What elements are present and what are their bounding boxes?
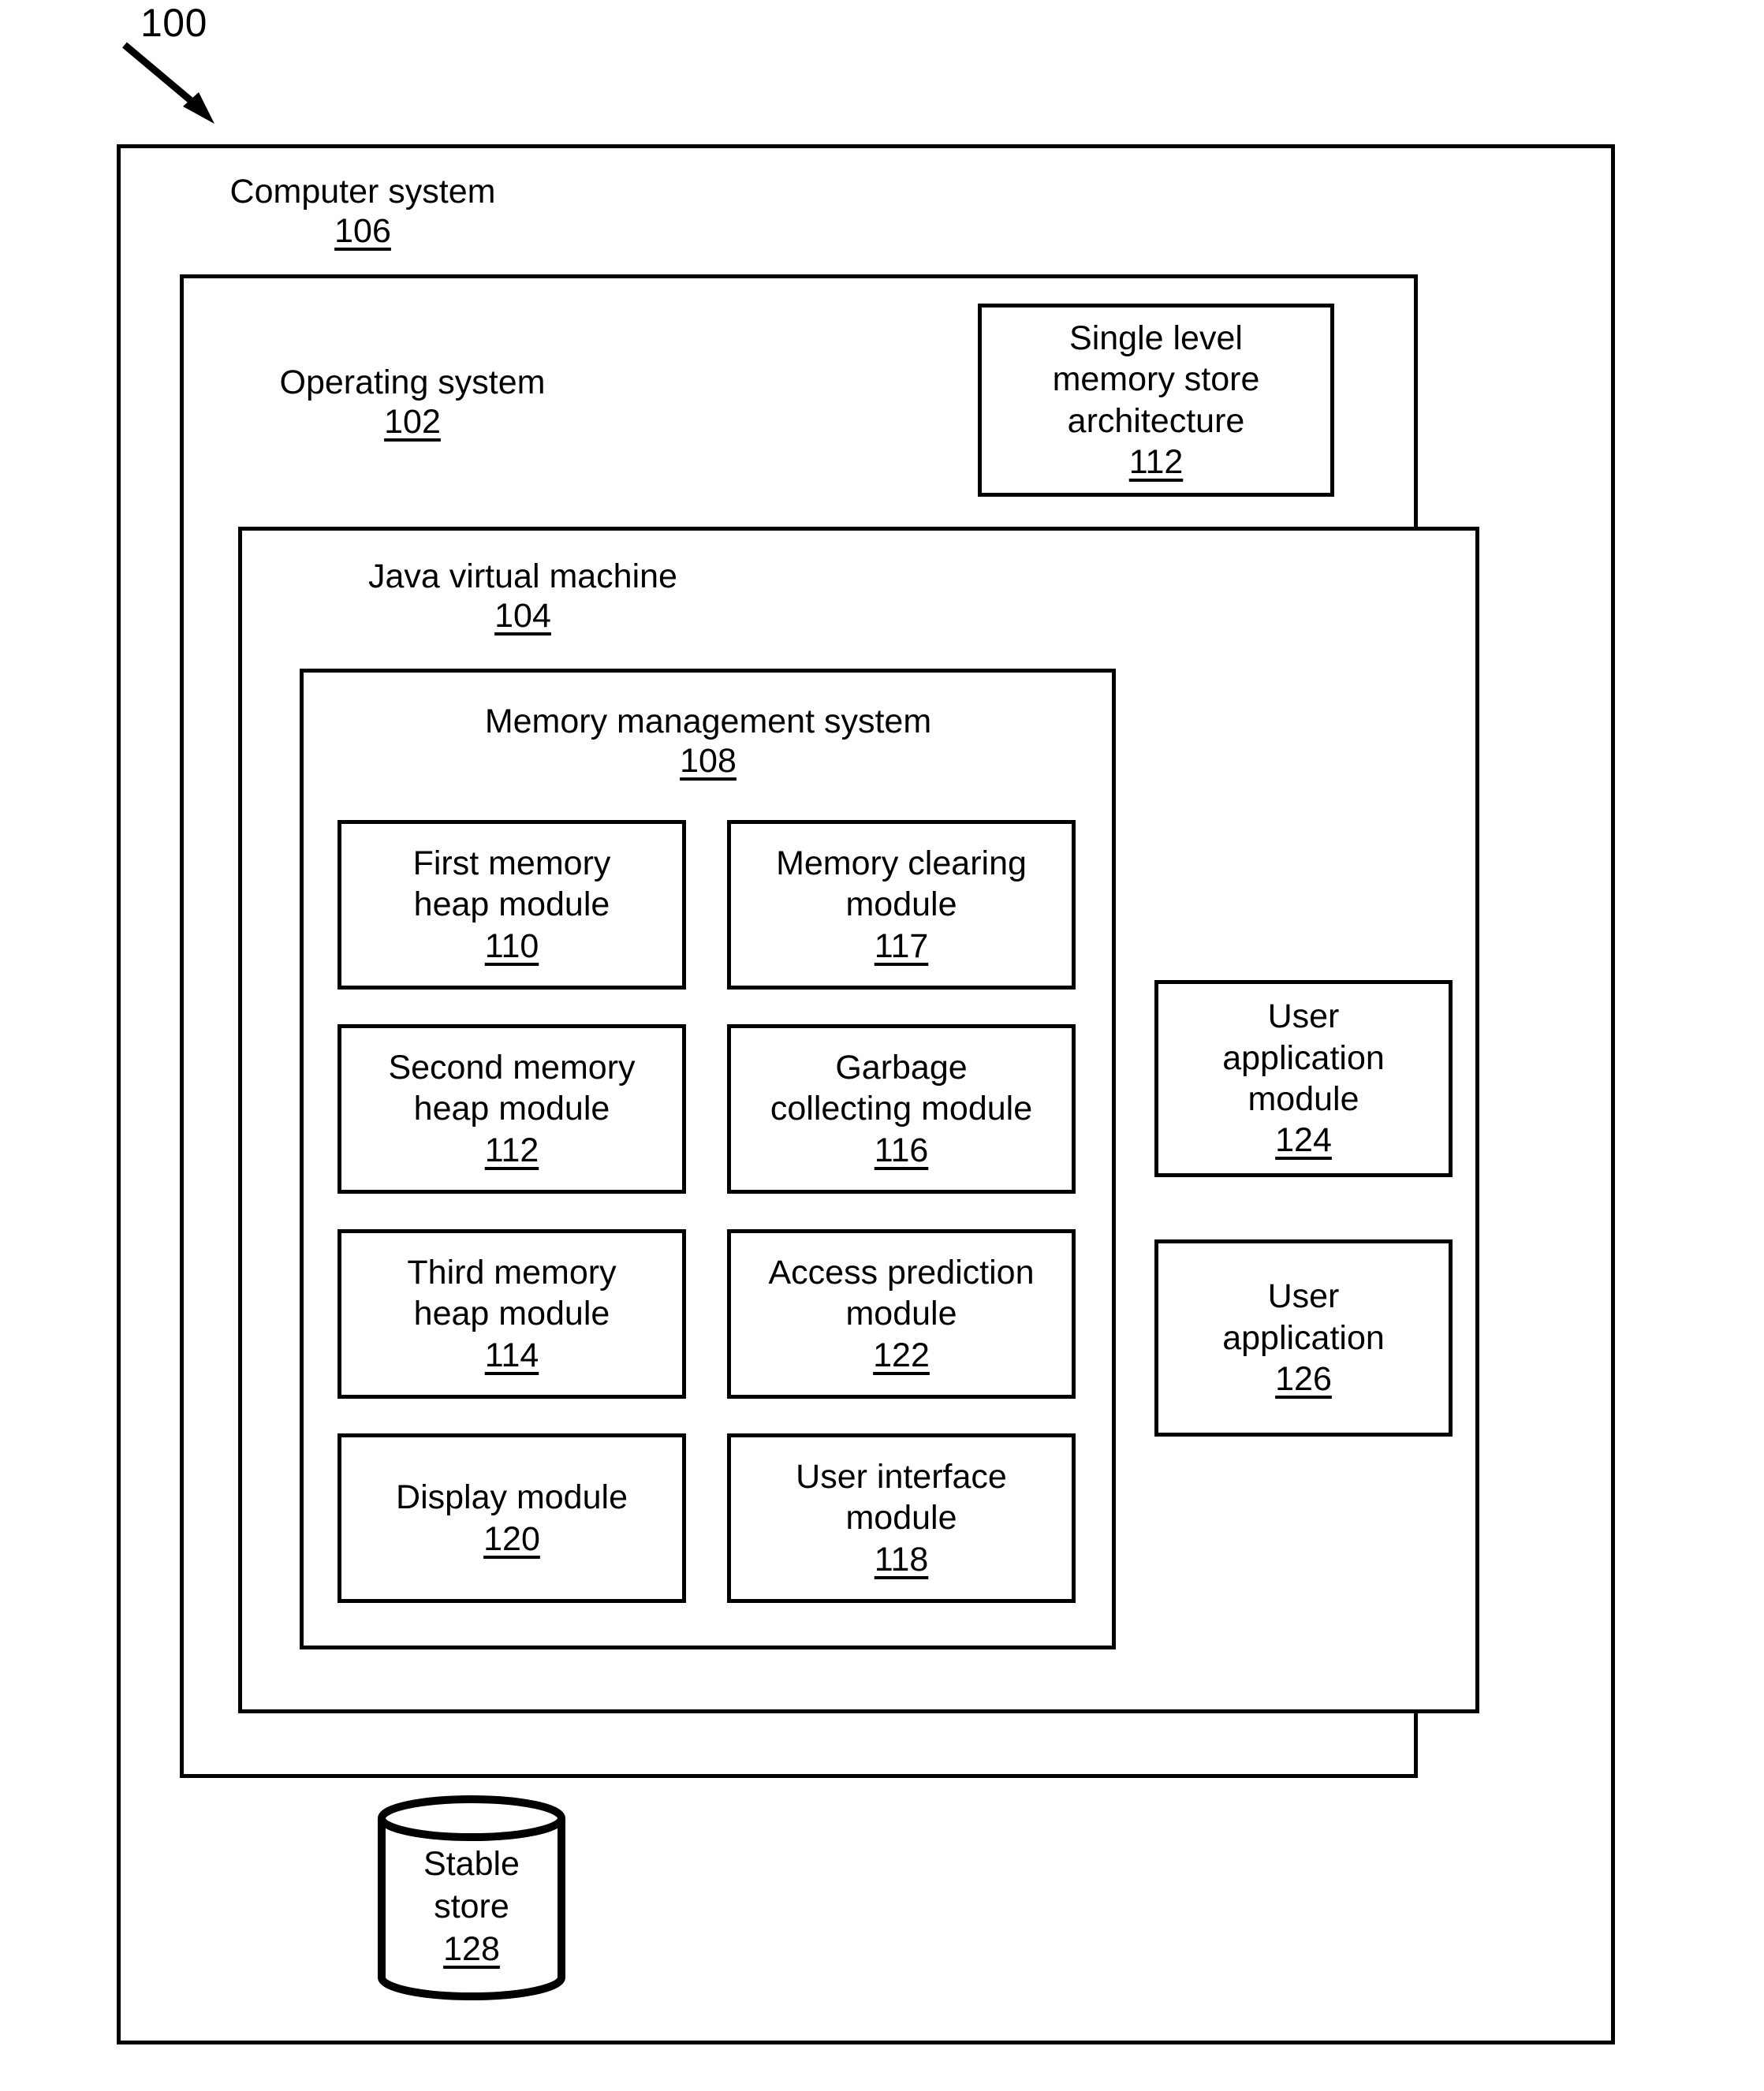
memory-management-system-ref: 108 [680, 742, 737, 781]
user-app-0-line-2: application [1222, 1038, 1385, 1077]
module-0-ref: 110 [484, 926, 539, 965]
java-virtual-machine-label: Java virtual machine [368, 557, 677, 595]
module-2-line-2: heap module [413, 1090, 610, 1128]
module-6-ref: 120 [483, 1519, 540, 1558]
user-app-1-line-2: application [1222, 1318, 1385, 1357]
stable-store-cylinder: Stable store 128 [377, 1795, 566, 2001]
module-3-ref: 116 [874, 1131, 929, 1169]
module-1-ref: 117 [874, 926, 929, 965]
computer-system-title: Computer system 106 [205, 172, 520, 252]
module-5-ref: 122 [873, 1336, 930, 1374]
user-app-1-line-1: User [1267, 1277, 1340, 1316]
operating-system-ref: 102 [384, 403, 441, 442]
user-app-0-line-1: User [1267, 997, 1340, 1036]
computer-system-ref: 106 [334, 212, 391, 251]
memory-management-system-label: Memory management system [484, 703, 932, 740]
module-4-line-1: Third memory [407, 1253, 617, 1292]
module-3-line-1: Garbage [835, 1048, 968, 1086]
slms-line-1: Single level [1069, 319, 1243, 357]
module-user-interface: User interface module 118 [727, 1433, 1076, 1603]
module-1-line-1: Memory clearing [776, 844, 1027, 882]
module-0-line-1: First memory [412, 844, 611, 882]
module-7-line-1: User interface [796, 1457, 1007, 1496]
module-first-memory-heap: First memory heap module 110 [338, 820, 686, 990]
module-3-line-2: collecting module [770, 1090, 1033, 1128]
user-app-0-ref: 124 [1275, 1121, 1332, 1160]
module-4-ref: 114 [484, 1336, 539, 1374]
slms-line-3: architecture [1067, 401, 1245, 440]
module-garbage-collecting: Garbage collecting module 116 [727, 1024, 1076, 1194]
module-6-line-1: Display module [396, 1478, 628, 1517]
module-5-line-1: Access prediction [768, 1253, 1035, 1292]
module-access-prediction: Access prediction module 122 [727, 1229, 1076, 1399]
module-2-line-1: Second memory [388, 1048, 636, 1086]
user-application-module-box: User application module 124 [1154, 980, 1453, 1177]
stable-store-text: Stable store 128 [377, 1843, 566, 1970]
module-display: Display module 120 [338, 1433, 686, 1603]
module-4-line-2: heap module [413, 1295, 610, 1333]
module-second-memory-heap: Second memory heap module 112 [338, 1024, 686, 1194]
stable-store-line-2: store [434, 1887, 509, 1925]
memory-management-system-title: Memory management system 108 [432, 702, 984, 781]
module-5-line-2: module [845, 1295, 957, 1333]
slms-line-2: memory store [1052, 360, 1260, 399]
module-0-line-2: heap module [413, 885, 610, 924]
module-1-line-2: module [845, 885, 957, 924]
computer-system-label: Computer system [229, 173, 496, 211]
user-application-box: User application 126 [1154, 1239, 1453, 1437]
module-2-ref: 112 [484, 1131, 539, 1169]
module-7-ref: 118 [874, 1540, 929, 1578]
user-app-1-ref: 126 [1275, 1360, 1332, 1399]
single-level-memory-store-architecture-box: Single level memory store architecture 1… [978, 304, 1334, 497]
java-virtual-machine-title: Java virtual machine 104 [338, 557, 708, 636]
operating-system-label: Operating system [279, 363, 546, 401]
operating-system-title: Operating system 102 [251, 363, 574, 442]
module-memory-clearing: Memory clearing module 117 [727, 820, 1076, 990]
figure-reference-arrow-icon [122, 42, 214, 124]
stable-store-line-1: Stable [423, 1845, 520, 1883]
slms-ref: 112 [1128, 442, 1184, 481]
user-app-0-line-3: module [1247, 1080, 1359, 1118]
java-virtual-machine-ref: 104 [494, 597, 551, 636]
module-7-line-2: module [845, 1499, 957, 1538]
module-third-memory-heap: Third memory heap module 114 [338, 1229, 686, 1399]
stable-store-ref: 128 [443, 1929, 500, 1968]
